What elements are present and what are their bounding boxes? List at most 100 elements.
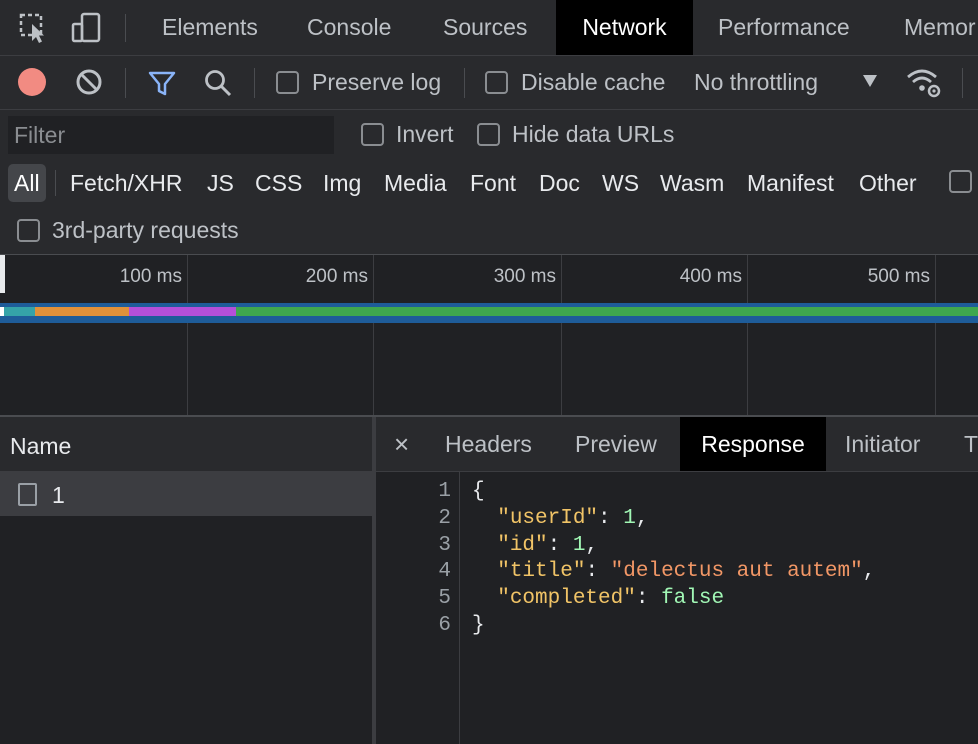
json-key: "completed" <box>497 587 636 610</box>
type-filter-wasm[interactable]: Wasm <box>660 164 724 202</box>
tab-preview[interactable]: Preview <box>575 417 657 471</box>
resource-type-row: All Fetch/XHR JS CSS Img Media Font Doc … <box>0 160 978 208</box>
type-filter-media[interactable]: Media <box>384 164 447 202</box>
devtools-tab-bar: Elements Console Sources Network Perform… <box>0 0 978 56</box>
hide-data-urls-label: Hide data URLs <box>512 121 675 147</box>
json-number-value: 1 <box>572 534 586 557</box>
line-number: 3 <box>438 534 451 557</box>
type-filter-other[interactable]: Other <box>859 164 917 202</box>
dropdown-arrow-icon[interactable] <box>862 74 878 93</box>
tab-console[interactable]: Console <box>307 0 391 55</box>
json-key: "title" <box>497 560 586 583</box>
close-detail-icon[interactable]: × <box>394 417 409 471</box>
timeline-bar-connect <box>35 307 129 316</box>
disable-cache-checkbox[interactable] <box>485 71 508 94</box>
name-column-header[interactable]: Name <box>0 417 372 472</box>
clear-icon[interactable] <box>75 68 103 96</box>
tab-timing[interactable]: T <box>964 417 978 471</box>
type-filter-ws[interactable]: WS <box>602 164 639 202</box>
network-toolbar: Preserve log Disable cache No throttling <box>0 56 978 110</box>
tab-performance[interactable]: Performance <box>718 0 850 55</box>
request-row[interactable]: 1 <box>0 472 372 516</box>
timeline-gridline <box>373 255 374 415</box>
tab-headers[interactable]: Headers <box>445 417 532 471</box>
json-boolean-value: false <box>661 587 725 610</box>
line-number: 4 <box>438 560 451 583</box>
tab-memory[interactable]: Memor <box>904 0 976 55</box>
request-detail-panel: × Headers Preview Response Initiator T 1… <box>376 417 978 744</box>
json-brace: } <box>472 614 485 637</box>
timeline-tick-label: 200 ms <box>305 266 368 287</box>
tab-network[interactable]: Network <box>556 0 693 55</box>
json-key: "id" <box>497 534 548 557</box>
hide-data-urls-checkbox[interactable] <box>477 123 500 146</box>
json-key: "userId" <box>497 507 599 530</box>
request-name: 1 <box>52 482 65 508</box>
type-filter-css[interactable]: CSS <box>255 164 302 202</box>
timeline-tick-label: 500 ms <box>867 266 930 287</box>
timeline-tick-label: 400 ms <box>679 266 742 287</box>
json-string-value: "delectus aut autem" <box>610 560 863 583</box>
third-party-label: 3rd-party requests <box>52 217 239 243</box>
third-party-row: 3rd-party requests <box>0 208 978 255</box>
invert-label: Invert <box>396 121 454 147</box>
preserve-log-label: Preserve log <box>312 69 442 95</box>
filter-input[interactable] <box>8 116 334 154</box>
type-filter-manifest[interactable]: Manifest <box>747 164 834 202</box>
timeline-gridline <box>747 255 748 415</box>
line-number: 5 <box>438 587 451 610</box>
type-filter-img[interactable]: Img <box>323 164 361 202</box>
blocked-requests-checkbox[interactable] <box>949 170 972 193</box>
timeline-tick-label: 100 ms <box>119 266 182 287</box>
tab-elements[interactable]: Elements <box>162 0 258 55</box>
name-header-label: Name <box>10 433 72 459</box>
json-brace: { <box>472 480 485 503</box>
disable-cache-label: Disable cache <box>521 69 666 95</box>
timeline-selection-handle[interactable] <box>0 255 5 293</box>
code-line: "title": "delectus aut autem", <box>497 560 876 583</box>
inspect-element-icon[interactable] <box>18 12 50 44</box>
type-filter-fetch-xhr[interactable]: Fetch/XHR <box>70 164 182 202</box>
line-number: 2 <box>438 507 451 530</box>
type-filter-font[interactable]: Font <box>470 164 516 202</box>
timeline-gridline <box>561 255 562 415</box>
document-icon <box>18 483 37 506</box>
type-filter-js[interactable]: JS <box>207 164 234 202</box>
timeline-gridline <box>187 255 188 415</box>
response-body[interactable]: 1 2 3 4 5 6 { "userId": 1, "id": 1, "tit… <box>376 472 978 744</box>
timeline-bar-stalled <box>4 307 35 316</box>
code-line: "id": 1, <box>497 534 599 557</box>
search-icon[interactable] <box>203 68 233 98</box>
timeline-bar-waiting <box>236 307 978 316</box>
code-line: "userId": 1, <box>497 507 649 530</box>
line-number: 1 <box>438 480 451 503</box>
timeline-tick-label: 300 ms <box>493 266 556 287</box>
filter-row: Invert Hide data URLs <box>0 110 978 160</box>
type-filter-all[interactable]: All <box>8 164 46 202</box>
toolbar-divider <box>962 68 963 98</box>
json-number-value: 1 <box>623 507 636 530</box>
toolbar-divider <box>125 68 126 98</box>
filter-icon[interactable] <box>147 68 177 98</box>
code-line: "completed": false <box>497 587 725 610</box>
request-list: Name 1 <box>0 417 376 744</box>
tab-initiator[interactable]: Initiator <box>845 417 920 471</box>
record-icon[interactable] <box>18 68 46 96</box>
type-filter-doc[interactable]: Doc <box>539 164 580 202</box>
toolbar-divider <box>125 14 126 42</box>
third-party-checkbox[interactable] <box>17 219 40 242</box>
code-line: } <box>472 612 485 639</box>
network-conditions-icon[interactable] <box>905 66 943 100</box>
toolbar-divider <box>254 68 255 98</box>
timeline-gridline <box>935 255 936 415</box>
timeline-bar-ssl <box>129 307 236 316</box>
detail-tab-bar: × Headers Preview Response Initiator T <box>376 417 978 472</box>
type-divider <box>55 170 56 196</box>
tab-response[interactable]: Response <box>680 417 826 471</box>
preserve-log-checkbox[interactable] <box>276 71 299 94</box>
invert-checkbox[interactable] <box>361 123 384 146</box>
device-toolbar-icon[interactable] <box>70 12 102 44</box>
line-number-gutter: 1 2 3 4 5 6 <box>376 472 460 744</box>
throttling-select[interactable]: No throttling <box>694 69 818 96</box>
tab-sources[interactable]: Sources <box>443 0 527 55</box>
